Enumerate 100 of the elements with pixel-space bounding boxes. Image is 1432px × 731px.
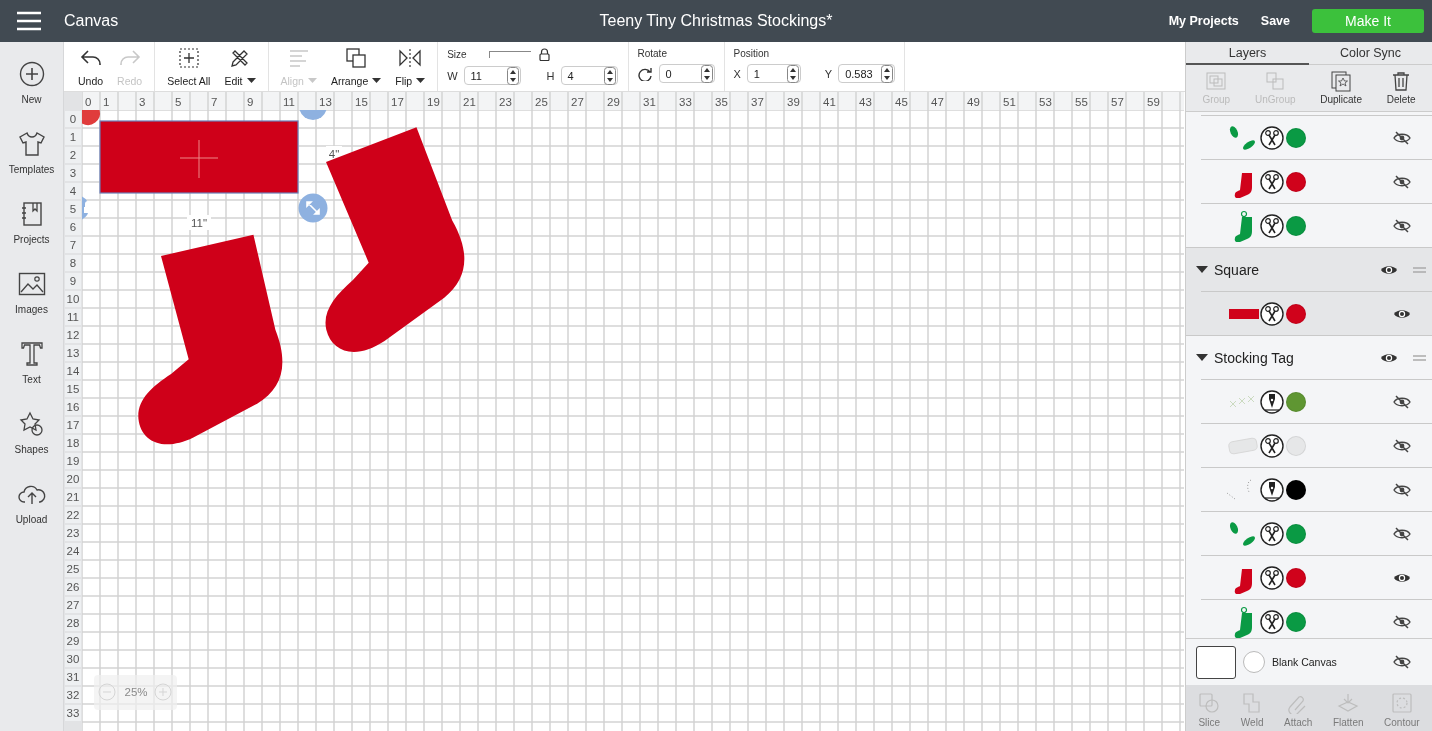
color-dot[interactable] [1286, 611, 1306, 632]
toolbar-button[interactable]: Select All [163, 42, 215, 91]
spinner-arrows-icon[interactable] [603, 66, 616, 85]
stocking-shape[interactable] [138, 234, 283, 445]
stocking-shape[interactable] [325, 127, 465, 352]
spinner-arrows-icon[interactable] [881, 64, 894, 83]
number-field[interactable]: 11 [463, 66, 521, 85]
color-dot[interactable] [1286, 171, 1306, 192]
ruler-label: 37 [751, 96, 764, 108]
ruler-label: 11 [67, 311, 79, 323]
eye-slash-icon[interactable] [1393, 394, 1411, 409]
delete-handle[interactable] [82, 110, 100, 125]
resize-handle[interactable] [298, 193, 328, 223]
color-dot[interactable] [1286, 479, 1306, 500]
ruler-label: 6 [69, 221, 77, 233]
caret-down-icon[interactable] [1196, 264, 1208, 275]
ruler-label: 20 [66, 473, 80, 485]
scissors-icon [1260, 125, 1284, 150]
eye-slash-icon[interactable] [1393, 655, 1411, 669]
field-label: H [546, 69, 555, 82]
eye-icon[interactable] [1380, 263, 1398, 276]
color-dot[interactable] [1286, 215, 1306, 236]
color-dot[interactable] [1286, 567, 1306, 588]
ruler-label: 9 [69, 275, 77, 287]
ruler-label: 17 [66, 419, 80, 431]
plus-icon [18, 61, 45, 87]
document-title: Teeny Tiny Christmas Stockings* [599, 12, 833, 29]
header-link[interactable]: Save [1260, 14, 1290, 28]
toolbar-button[interactable]: Edit [220, 42, 260, 91]
shapes-icon [18, 411, 45, 437]
color-dot[interactable] [1286, 391, 1306, 412]
padlock-icon[interactable] [538, 48, 550, 61]
toolbar-button[interactable]: Undo [74, 42, 108, 91]
rectangle-shape[interactable] [99, 120, 299, 194]
panel-action-button[interactable]: Duplicate [1318, 65, 1364, 111]
color-dot[interactable] [1286, 523, 1306, 544]
duplicate-icon [1330, 70, 1353, 92]
eye-slash-icon[interactable] [1393, 218, 1411, 233]
spinner-arrows-icon[interactable] [786, 64, 799, 83]
arrange-icon [345, 46, 368, 70]
rotate-handle[interactable] [299, 110, 327, 120]
number-field[interactable]: 0.583 [838, 64, 896, 83]
layer-group-header[interactable]: Square [1186, 247, 1432, 291]
ruler-label: 27 [66, 599, 80, 611]
eye-icon[interactable] [1380, 351, 1398, 364]
ruler-label: 33 [66, 707, 80, 719]
notebook-icon [19, 201, 44, 227]
number-field[interactable]: 4 [560, 66, 618, 85]
panel-action-button[interactable]: Delete [1384, 65, 1418, 111]
color-circle[interactable] [1243, 651, 1265, 673]
shirt-icon [17, 131, 46, 157]
sidebar-item[interactable]: Upload [15, 514, 48, 525]
number-field[interactable]: 0 [658, 64, 715, 83]
sidebar-item[interactable]: Templates [8, 164, 55, 175]
sidebar-item[interactable]: Images [15, 304, 48, 315]
ruler-label: 49 [967, 96, 980, 108]
scissors-icon [1260, 169, 1284, 194]
canvas-swatch[interactable] [1196, 645, 1236, 679]
flip-icon [398, 46, 423, 70]
color-dot[interactable] [1286, 127, 1306, 148]
color-dot[interactable] [1286, 303, 1306, 324]
drag-handle-icon[interactable] [1413, 354, 1426, 361]
ruler-label: 19 [427, 96, 440, 108]
header-link[interactable]: My Projects [1168, 14, 1239, 28]
scissors-icon [1260, 433, 1284, 458]
ruler-label: 13 [66, 347, 80, 359]
group-icon [1205, 70, 1228, 92]
eye-slash-icon[interactable] [1393, 130, 1411, 145]
eye-slash-icon[interactable] [1393, 482, 1411, 497]
color-dot[interactable] [1286, 435, 1306, 456]
toolbar-button[interactable]: Arrange [326, 42, 386, 91]
eye-icon[interactable] [1393, 307, 1411, 320]
number-field[interactable]: 1 [746, 64, 801, 83]
menu-icon[interactable] [16, 11, 42, 31]
ruler-label: 51 [1003, 96, 1016, 108]
ruler-label: 30 [66, 653, 80, 665]
ruler-label: 31 [643, 96, 656, 108]
eye-slash-icon[interactable] [1393, 526, 1411, 541]
drag-handle-icon[interactable] [1413, 266, 1426, 273]
section-label: Rotate [637, 48, 667, 59]
ruler-label: 0 [69, 113, 77, 125]
caret-down-icon[interactable] [1196, 352, 1208, 363]
spinner-arrows-icon[interactable] [506, 66, 519, 85]
sidebar-item[interactable]: Projects [13, 234, 50, 245]
field-label: Y [824, 67, 833, 80]
eye-slash-icon[interactable] [1393, 614, 1411, 629]
toolbar-button[interactable]: Flip [391, 42, 430, 91]
eye-slash-icon[interactable] [1393, 174, 1411, 189]
cloud-upload-icon [17, 483, 46, 505]
sidebar-item[interactable]: New [21, 94, 42, 105]
select-all-icon [177, 46, 200, 70]
rotate-icon [637, 66, 653, 81]
field-label: W [447, 69, 458, 82]
sidebar-item[interactable]: Shapes [14, 444, 49, 455]
eye-icon[interactable] [1393, 571, 1411, 584]
dimension-label: 11" [187, 215, 211, 230]
scissors-icon [1260, 213, 1284, 238]
spinner-arrows-icon[interactable] [700, 64, 713, 83]
sidebar-item[interactable]: Text [22, 374, 41, 385]
eye-slash-icon[interactable] [1393, 438, 1411, 453]
